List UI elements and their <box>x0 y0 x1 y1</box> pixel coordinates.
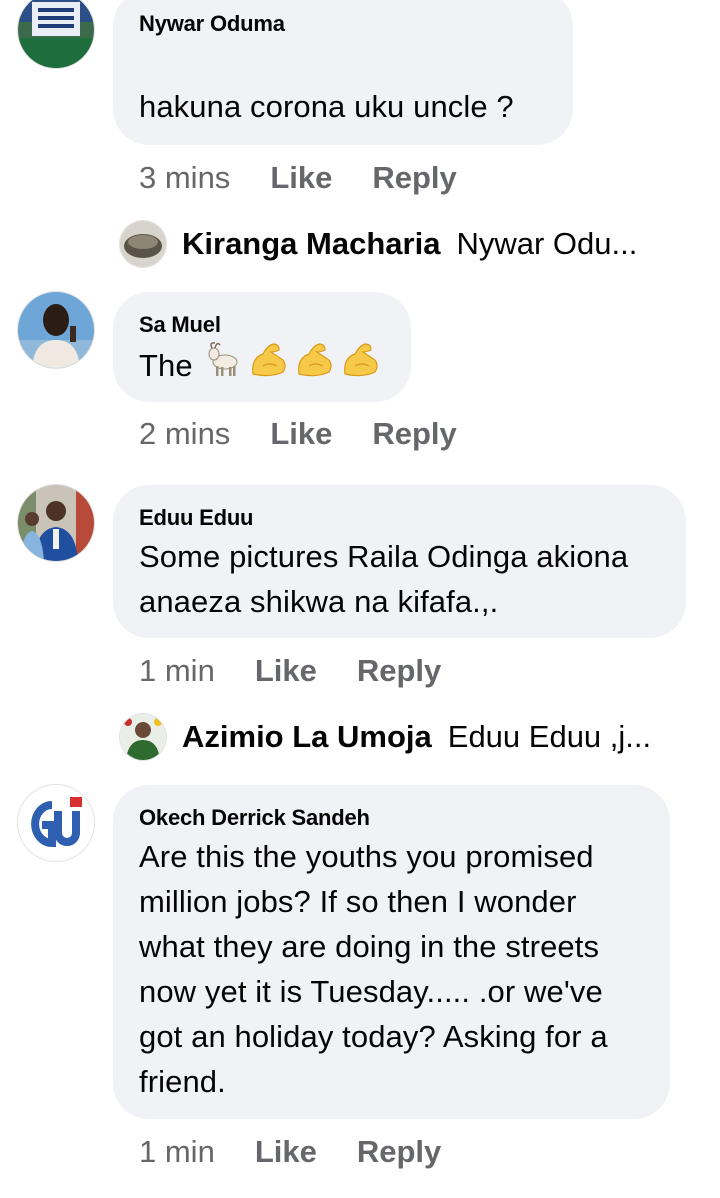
logo-photo-avatar <box>120 714 166 760</box>
reply-button[interactable]: Reply <box>372 160 456 196</box>
like-button[interactable]: Like <box>270 416 332 452</box>
stone-photo-avatar <box>120 221 166 267</box>
like-button[interactable]: Like <box>255 1134 317 1170</box>
flexed-biceps-icon <box>341 340 381 390</box>
reply-author[interactable]: Kiranga Macharia <box>182 226 440 262</box>
comment-bubble: Nywar Oduma hakuna corona uku uncle ? <box>113 0 573 145</box>
comment-timestamp[interactable]: 3 mins <box>139 160 230 196</box>
comment-text: Are this the youths you promised million… <box>139 839 608 1099</box>
comment-text: Some pictures Raila Odinga akiona anaeza… <box>139 539 629 619</box>
avatar <box>120 714 166 760</box>
comment-bubble: Sa Muel The <box>113 292 411 402</box>
reply-snippet: Eduu Eduu ,j... <box>447 719 652 754</box>
comment-author[interactable]: Nywar Oduma <box>139 11 285 37</box>
comment-text: The <box>139 340 381 390</box>
politician-photo-avatar <box>18 485 94 561</box>
reply-button[interactable]: Reply <box>372 416 456 452</box>
comment-timestamp[interactable]: 2 mins <box>139 416 230 452</box>
comment-text: hakuna corona uku uncle ? <box>139 89 514 124</box>
like-button[interactable]: Like <box>270 160 332 196</box>
comment-bubble: Eduu Eduu Some pictures Raila Odinga aki… <box>113 485 686 638</box>
comment-timestamp[interactable]: 1 min <box>139 1134 215 1170</box>
reply-preview[interactable]: Kiranga Macharia Nywar Odu... <box>120 219 637 269</box>
reply-snippet: Nywar Odu... <box>456 226 638 261</box>
comment-actions: 2 mins Like Reply <box>139 416 497 452</box>
gu-logo-avatar <box>18 785 94 861</box>
crowd-photo-avatar <box>18 0 94 68</box>
comment-bubble: Okech Derrick Sandeh Are this the youths… <box>113 785 670 1119</box>
flexed-biceps-icon <box>249 340 289 390</box>
reply-preview[interactable]: Azimio La Umoja Eduu Eduu ,j... <box>120 712 651 762</box>
avatar[interactable] <box>18 0 94 68</box>
reply-button[interactable]: Reply <box>357 1134 441 1170</box>
comment-author[interactable]: Eduu Eduu <box>139 505 253 531</box>
comment-actions: 3 mins Like Reply <box>139 160 497 196</box>
like-button[interactable]: Like <box>255 653 317 689</box>
avatar[interactable] <box>18 785 94 861</box>
reply-button[interactable]: Reply <box>357 653 441 689</box>
comment-actions: 1 min Like Reply <box>139 653 481 689</box>
avatar <box>120 221 166 267</box>
comment-text-content: The <box>139 347 193 383</box>
avatar[interactable] <box>18 292 94 368</box>
comment-timestamp[interactable]: 1 min <box>139 653 215 689</box>
comment-author[interactable]: Sa Muel <box>139 312 221 338</box>
person-photo-avatar <box>18 292 94 368</box>
reply-author[interactable]: Azimio La Umoja <box>182 719 432 755</box>
avatar[interactable] <box>18 485 94 561</box>
flexed-biceps-icon <box>295 340 335 390</box>
goat-icon <box>205 340 243 390</box>
comment-author[interactable]: Okech Derrick Sandeh <box>139 805 370 831</box>
comment-actions: 1 min Like Reply <box>139 1134 481 1170</box>
